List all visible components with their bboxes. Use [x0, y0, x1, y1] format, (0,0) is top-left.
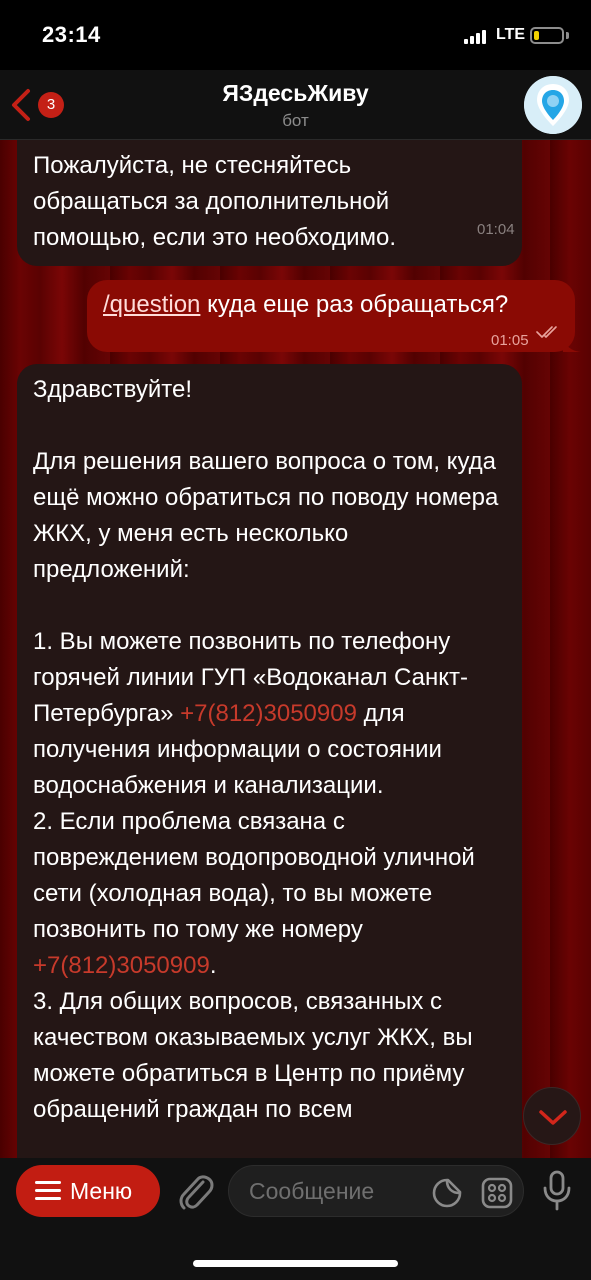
- message-text: Пожалуйста, не стесняйтесь обращаться за…: [33, 152, 397, 251]
- message-text-part: Здравствуйте! Для решения вашего вопроса…: [33, 376, 499, 727]
- message-input-placeholder: Сообщение: [249, 1178, 375, 1204]
- phone-link[interactable]: +7(812)3050909: [180, 700, 357, 727]
- bubble-tail: [563, 336, 581, 352]
- outgoing-message[interactable]: /question куда еще раз обращаться? 01:05: [87, 280, 575, 352]
- message-time: 01:05: [491, 332, 529, 349]
- read-checkmarks-icon: [536, 326, 557, 338]
- status-time: 23:14: [42, 22, 101, 47]
- input-bar: Меню Сообщение: [0, 1158, 591, 1280]
- network-type: LTE: [496, 26, 526, 43]
- home-indicator: [193, 1260, 398, 1267]
- status-bar: 23:14 LTE: [0, 0, 591, 70]
- phone-link[interactable]: +7(812)3050909: [33, 952, 210, 979]
- chat-title[interactable]: ЯЗдесьЖиву: [0, 80, 591, 107]
- message-text-part: для получения информации о состоянии вод…: [33, 700, 475, 943]
- battery-icon: [530, 27, 564, 44]
- incoming-message[interactable]: Здравствуйте! Для решения вашего вопроса…: [17, 364, 522, 1160]
- sticker-icon[interactable]: [432, 1178, 462, 1208]
- bot-avatar[interactable]: [524, 76, 582, 134]
- scroll-to-bottom-button[interactable]: [523, 1087, 581, 1145]
- menu-button-label: Меню: [70, 1178, 133, 1204]
- location-pin-icon: [524, 76, 582, 134]
- menu-button[interactable]: Меню: [16, 1165, 160, 1217]
- message-time: 01:04: [477, 221, 515, 238]
- microphone-icon[interactable]: [540, 1170, 574, 1212]
- paperclip-icon[interactable]: [176, 1170, 214, 1212]
- message-list[interactable]: Пожалуйста, не стесняйтесь обращаться за…: [0, 140, 591, 1160]
- bot-command-link[interactable]: /question: [103, 291, 200, 318]
- signal-strength-icon: [464, 28, 492, 44]
- chat-header: 3 ЯЗдесьЖиву бот: [0, 70, 591, 140]
- message-input[interactable]: Сообщение: [228, 1165, 524, 1217]
- message-text: Здравствуйте! Для решения вашего вопроса…: [33, 372, 508, 1128]
- hamburger-icon: [35, 1181, 61, 1201]
- chat-subtitle: бот: [282, 111, 309, 130]
- message-text: /question куда еще раз обращаться?: [103, 287, 559, 323]
- message-text-body: куда еще раз обращаться?: [200, 291, 509, 318]
- chevron-down-icon: [539, 1110, 567, 1125]
- bot-commands-icon[interactable]: [481, 1177, 513, 1209]
- incoming-message[interactable]: Пожалуйста, не стесняйтесь обращаться за…: [17, 140, 522, 266]
- battery-tip: [566, 32, 569, 39]
